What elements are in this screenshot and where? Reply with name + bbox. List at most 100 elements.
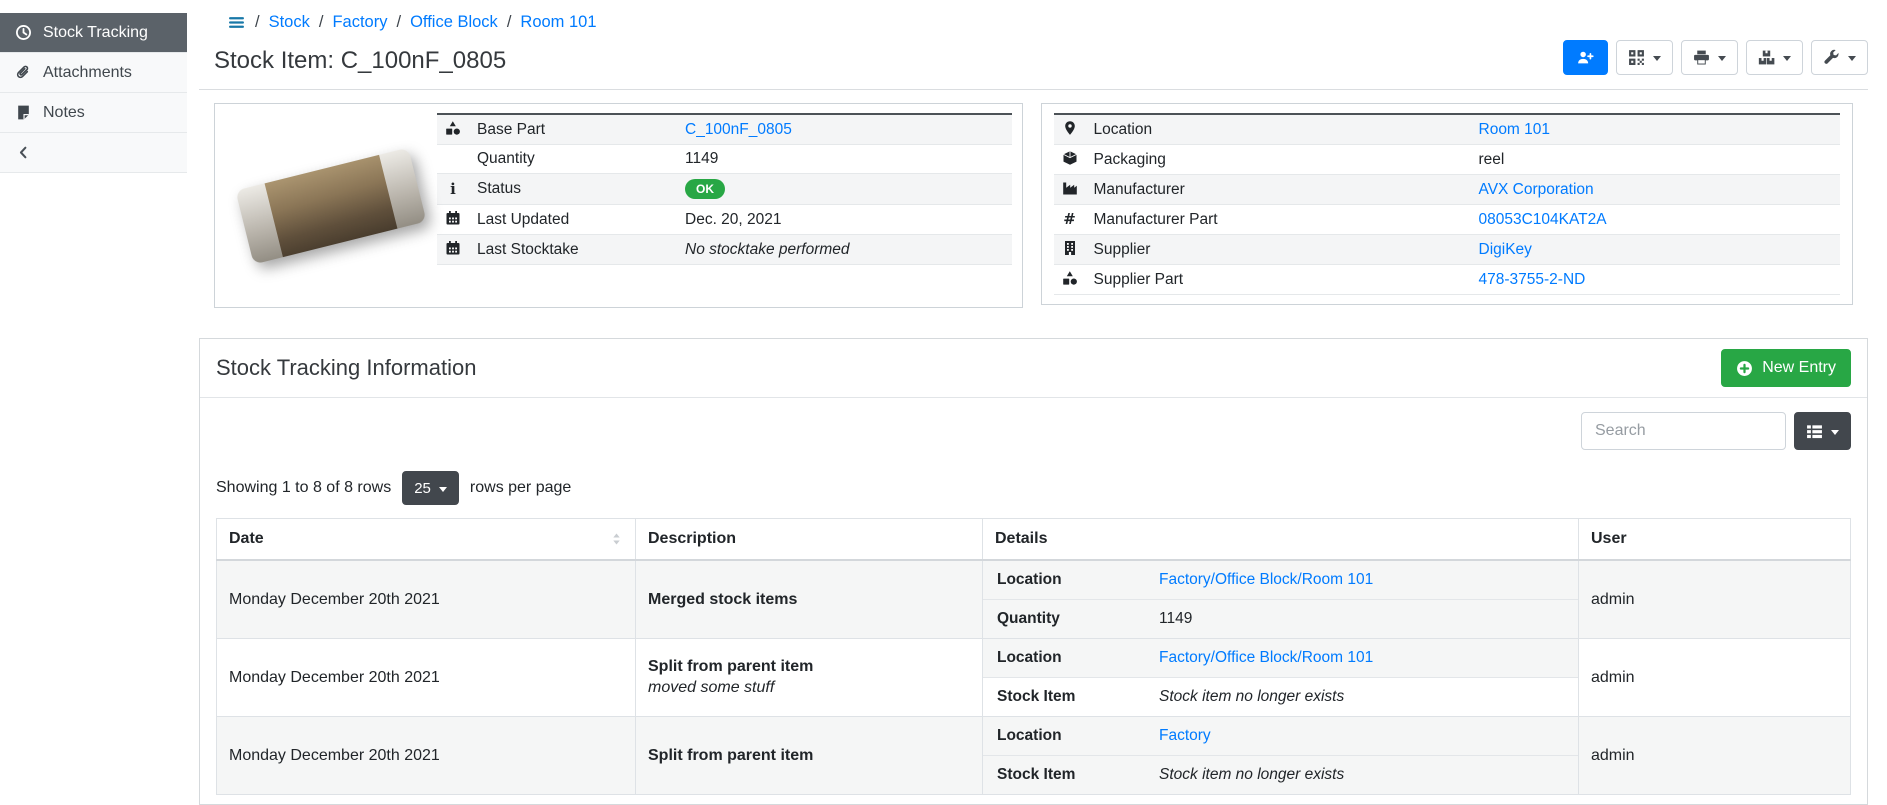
caret-down-icon (1831, 430, 1839, 435)
column-header-description: Description (636, 519, 983, 561)
entry-user: admin (1579, 560, 1851, 639)
entry-details: Location Factory/Office Block/Room 101 S… (983, 639, 1579, 717)
detail-location-link[interactable]: Factory/Office Block/Room 101 (1159, 571, 1373, 588)
capacitor-image (235, 147, 426, 264)
status-badge: OK (685, 179, 725, 199)
field-label: Supplier (1086, 235, 1471, 265)
new-entry-button[interactable]: New Entry (1721, 349, 1851, 387)
new-entry-label: New Entry (1762, 359, 1836, 377)
sidebar-item-label: Stock Tracking (43, 24, 148, 42)
building-icon (1062, 240, 1078, 256)
field-label: Manufacturer Part (1086, 205, 1471, 235)
breadcrumb-link-room-101[interactable]: Room 101 (520, 13, 596, 32)
field-label: Last Updated (469, 205, 677, 235)
stock-actions-button[interactable] (1746, 40, 1803, 75)
rows-per-page-text: rows per page (470, 479, 571, 497)
breadcrumb-link-office-block[interactable]: Office Block (410, 13, 498, 32)
menu-toggle-icon[interactable] (227, 14, 246, 31)
history-icon (15, 24, 32, 41)
calendar-icon (445, 240, 461, 256)
note-icon (15, 104, 32, 121)
field-label: Supplier Part (1086, 265, 1471, 295)
detail-row: Quantity 1149 (983, 600, 1578, 639)
field-label: Status (469, 174, 677, 205)
detail-location-link[interactable]: Factory (1159, 727, 1211, 744)
column-label: Date (229, 530, 264, 548)
part-thumbnail[interactable] (225, 113, 437, 298)
item-summary-table: Base Part C_100nF_0805 Quantity 1149 i S… (437, 113, 1012, 265)
item-actions-button[interactable] (1811, 40, 1868, 75)
table-row: Monday December 20th 2021 Merged stock i… (217, 560, 1851, 639)
table-row: Quantity 1149 (437, 145, 1012, 174)
shapes-icon (445, 120, 461, 136)
industry-icon (1062, 180, 1078, 196)
table-row: Supplier DigiKey (1054, 235, 1841, 265)
location-link[interactable]: Room 101 (1479, 121, 1551, 138)
info-icon: i (445, 180, 461, 198)
entry-user: admin (1579, 717, 1851, 795)
qrcode-icon (1628, 49, 1645, 66)
search-input[interactable] (1581, 412, 1786, 450)
entry-user: admin (1579, 639, 1851, 717)
tracking-section-header: Stock Tracking Information New Entry (200, 339, 1867, 398)
packaging-value: reel (1471, 145, 1841, 175)
caret-down-icon (439, 487, 447, 492)
entry-date: Monday December 20th 2021 (217, 717, 636, 795)
breadcrumb-link-stock[interactable]: Stock (269, 13, 310, 32)
printer-icon (1693, 49, 1710, 66)
sidebar-item-label: Notes (43, 104, 85, 122)
sidebar: Stock Tracking Attachments Notes (0, 0, 187, 805)
table-row: Packaging reel (1054, 145, 1841, 175)
entry-details: Location Factory Stock Item Stock item n… (983, 717, 1579, 795)
column-header-details: Details (983, 519, 1579, 561)
entry-description: Split from parent item moved some stuff (636, 639, 983, 717)
columns-dropdown-button[interactable] (1794, 412, 1851, 450)
detail-row: Location Factory/Office Block/Room 101 (983, 561, 1578, 600)
boxes-icon (1758, 49, 1775, 66)
detail-row: Location Factory/Office Block/Room 101 (983, 639, 1578, 678)
supplier-part-link[interactable]: 478-3755-2-ND (1479, 271, 1586, 288)
last-stocktake-value: No stocktake performed (677, 235, 1012, 265)
sort-icon (610, 531, 623, 547)
item-sourcing-table: Location Room 101 Packaging reel Manufac… (1054, 113, 1841, 295)
last-updated-value: Dec. 20, 2021 (677, 205, 1012, 235)
user-actions-button[interactable] (1563, 40, 1608, 75)
supplier-link[interactable]: DigiKey (1479, 241, 1532, 258)
sidebar-item-attachments[interactable]: Attachments (0, 53, 187, 93)
section-title: Stock Tracking Information (216, 355, 476, 381)
base-part-link[interactable]: C_100nF_0805 (685, 121, 792, 138)
plus-circle-icon (1736, 360, 1753, 377)
table-row: Last Stocktake No stocktake performed (437, 235, 1012, 265)
caret-down-icon (1848, 56, 1856, 61)
detail-label: Location (983, 639, 1145, 678)
sidebar-item-notes[interactable]: Notes (0, 93, 187, 133)
manufacturer-part-link[interactable]: 08053C104KAT2A (1479, 211, 1607, 228)
stock-tracking-section: Stock Tracking Information New Entry Sho… (199, 338, 1868, 805)
title-row: Stock Item: C_100nF_0805 (199, 34, 1868, 87)
manufacturer-link[interactable]: AVX Corporation (1479, 181, 1594, 198)
caret-down-icon (1653, 56, 1661, 61)
sidebar-item-stock-tracking[interactable]: Stock Tracking (0, 13, 187, 53)
page-size-dropdown[interactable]: 25 (402, 471, 459, 505)
item-detail-panels: Base Part C_100nF_0805 Quantity 1149 i S… (199, 90, 1868, 308)
entry-description: Split from parent item (636, 717, 983, 795)
print-actions-button[interactable] (1681, 40, 1738, 75)
item-summary-panel: Base Part C_100nF_0805 Quantity 1149 i S… (214, 103, 1023, 308)
item-sourcing-panel: Location Room 101 Packaging reel Manufac… (1041, 103, 1854, 305)
barcode-actions-button[interactable] (1616, 40, 1673, 75)
field-label: Last Stocktake (469, 235, 677, 265)
detail-row: Stock Item Stock item no longer exists (983, 756, 1578, 795)
detail-label: Quantity (983, 600, 1145, 639)
detail-location-link[interactable]: Factory/Office Block/Room 101 (1159, 649, 1373, 666)
detail-row: Location Factory (983, 717, 1578, 756)
table-row: # Manufacturer Part 08053C104KAT2A (1054, 205, 1841, 235)
sidebar-collapse-button[interactable] (0, 133, 187, 173)
wrench-icon (1823, 49, 1840, 66)
box-icon (1062, 150, 1078, 166)
entry-details: Location Factory/Office Block/Room 101 Q… (983, 560, 1579, 639)
breadcrumb-separator: / (396, 13, 401, 32)
columns-list-icon (1806, 423, 1823, 440)
column-header-date[interactable]: Date (217, 519, 636, 561)
hash-icon: # (1062, 210, 1078, 228)
breadcrumb-link-factory[interactable]: Factory (332, 13, 387, 32)
